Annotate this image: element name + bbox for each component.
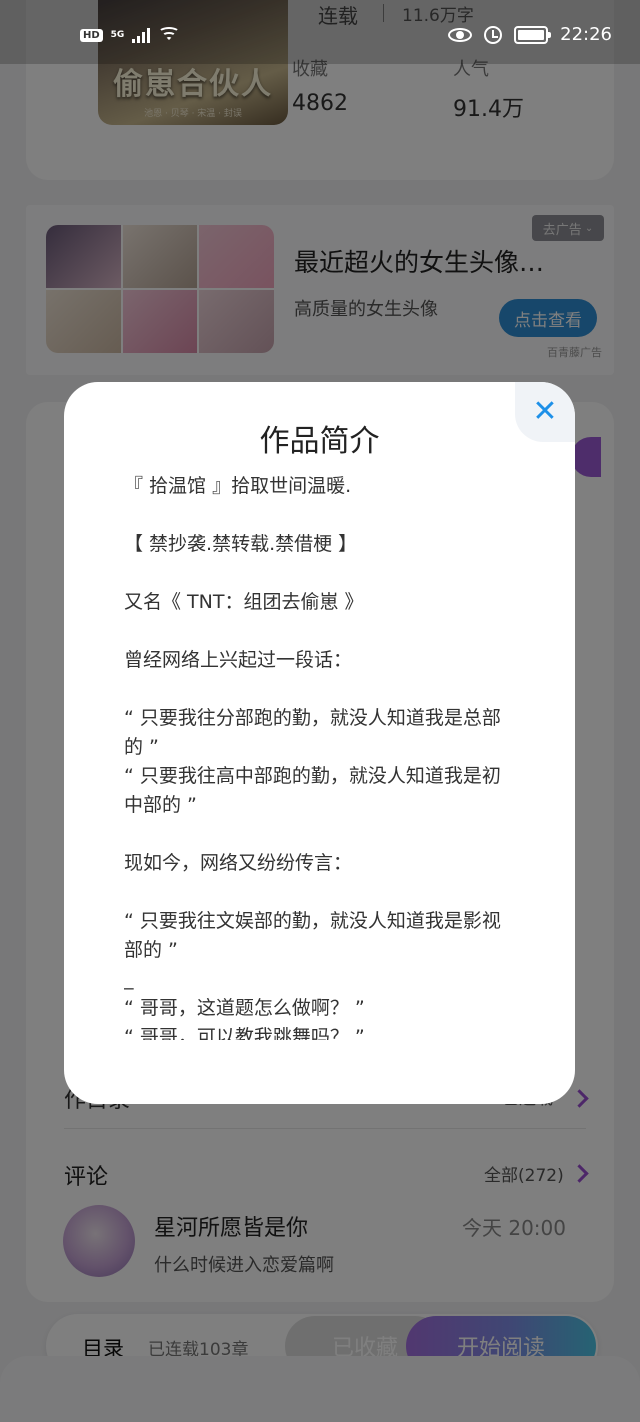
synopsis-paragraph xyxy=(124,675,515,704)
synopsis-paragraph: 【 禁抄袭.禁转载.禁借梗 】 xyxy=(124,533,358,555)
wifi-icon xyxy=(158,26,181,44)
battery-icon xyxy=(514,25,552,44)
synopsis-paragraph xyxy=(124,559,515,588)
synopsis-paragraph xyxy=(124,820,515,849)
signal-icon xyxy=(132,27,151,43)
synopsis-dialog: 作品简介 ✕ 『 拾温馆 』拾取世间温暖. 【 禁抄袭.禁转载.禁借梗 】又名《 … xyxy=(64,382,575,1104)
synopsis-paragraph: “ 哥哥，可以教我跳舞吗？ ” xyxy=(124,1026,365,1040)
clock: 22:26 xyxy=(560,24,612,45)
synopsis-paragraph: “ 只要我往文娱部的勤，就没人知道我是影视部的 ” xyxy=(124,910,501,961)
synopsis-paragraph xyxy=(124,617,515,646)
synopsis-paragraph: _ xyxy=(124,968,134,990)
synopsis-paragraph xyxy=(124,501,515,530)
synopsis-paragraph: “ 只要我往分部跑的勤，就没人知道我是总部的 ” xyxy=(124,707,501,758)
synopsis-paragraph xyxy=(124,878,515,907)
synopsis-paragraph: 又名《 TNT：组团去偷崽 》 xyxy=(124,591,364,613)
close-icon: ✕ xyxy=(532,394,558,429)
synopsis-paragraph: 曾经网络上兴起过一段话： xyxy=(124,649,353,671)
dialog-title: 作品简介 xyxy=(259,424,380,459)
synopsis-text[interactable]: 『 拾温馆 』拾取世间温暖. 【 禁抄袭.禁转载.禁借梗 】又名《 TNT：组团去… xyxy=(124,472,515,1040)
hd-badge: HD xyxy=(80,28,103,42)
synopsis-paragraph: 『 拾温馆 』拾取世间温暖. xyxy=(124,475,352,497)
synopsis-paragraph: “ 哥哥，这道题怎么做啊？ ” xyxy=(124,997,365,1019)
status-bar: HD 5G 22:26 xyxy=(0,0,640,64)
eye-icon xyxy=(448,27,473,42)
synopsis-paragraph: 现如今，网络又纷纷传言： xyxy=(124,852,353,874)
synopsis-paragraph: “ 只要我往高中部跑的勤，就没人知道我是初中部的 ” xyxy=(124,765,501,816)
network-type: 5G xyxy=(110,30,125,40)
alarm-icon xyxy=(484,25,503,44)
